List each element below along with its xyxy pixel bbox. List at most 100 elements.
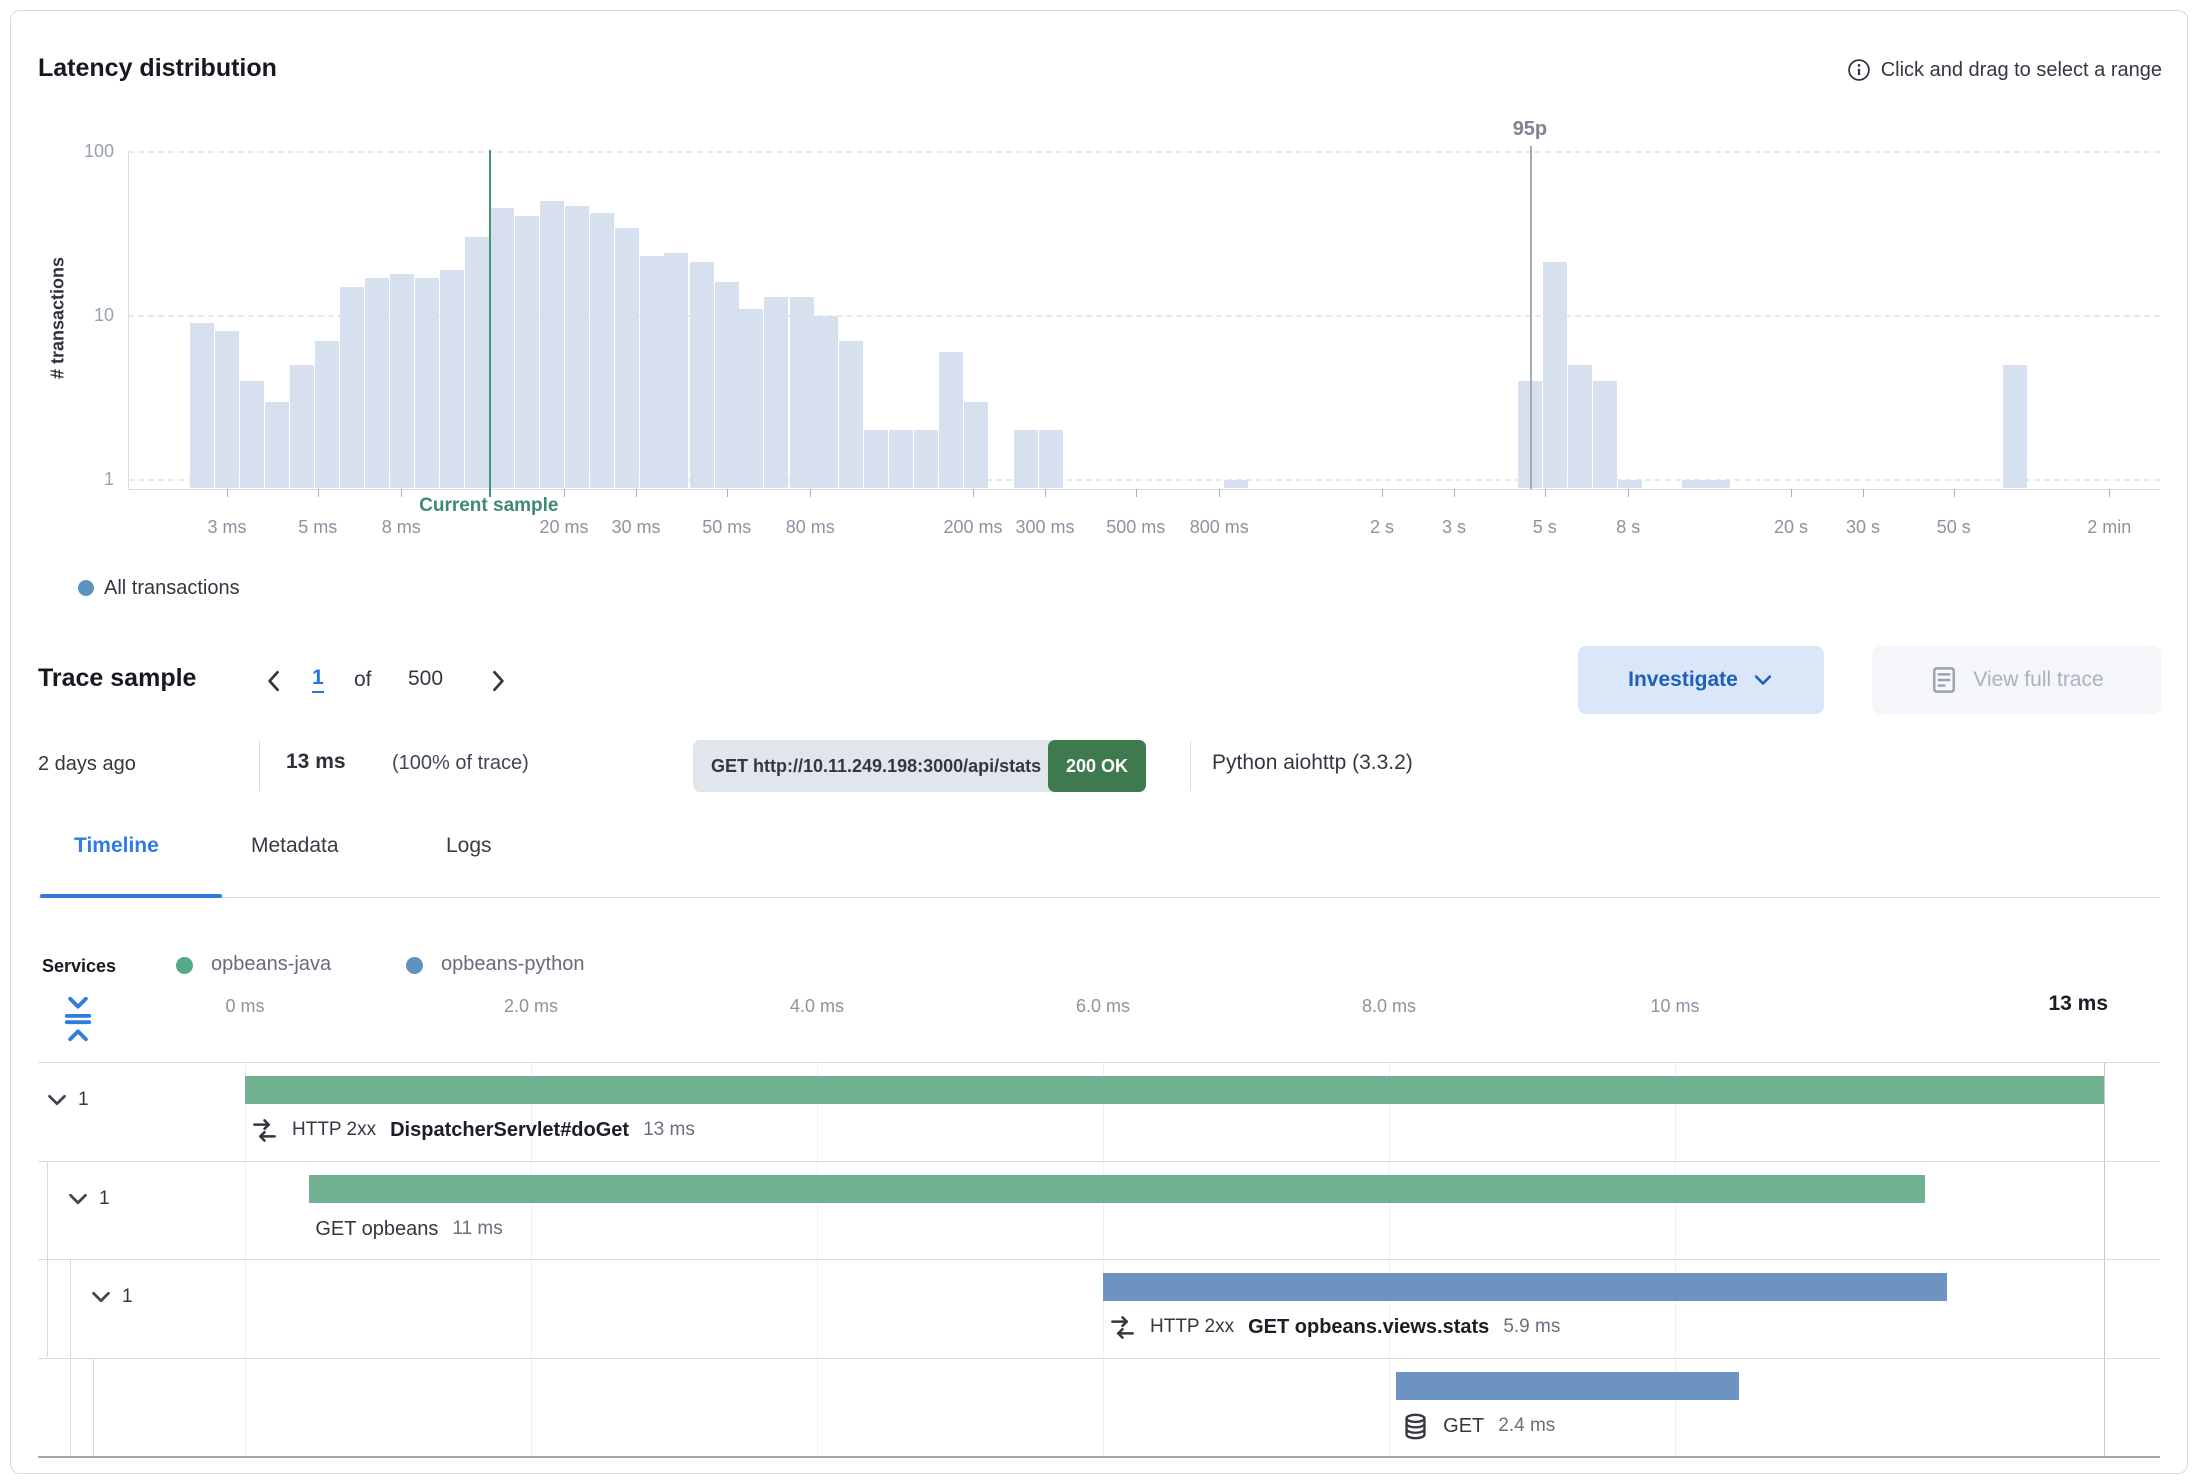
x-tick-mark bbox=[973, 489, 974, 497]
span-duration: 2.4 ms bbox=[1498, 1415, 1555, 1437]
sample-duration-note: (100% of trace) bbox=[392, 752, 529, 775]
histogram-bar[interactable] bbox=[2003, 365, 2027, 488]
span-label[interactable]: HTTP 2xxDispatcherServlet#doGet13 ms bbox=[251, 1114, 695, 1146]
span-label[interactable]: HTTP 2xxGET opbeans.views.stats5.9 ms bbox=[1109, 1311, 1560, 1343]
histogram-bar[interactable] bbox=[964, 402, 988, 488]
x-tick-mark bbox=[318, 489, 319, 497]
row-toggle-chevron-icon[interactable] bbox=[66, 1187, 90, 1211]
histogram-bar[interactable] bbox=[590, 213, 614, 488]
x-tick-mark bbox=[1628, 489, 1629, 497]
timeline-axis-label: 10 ms bbox=[1650, 996, 1699, 1017]
histogram-bar[interactable] bbox=[715, 282, 739, 488]
row-child-count: 1 bbox=[78, 1089, 89, 1111]
histogram-bar[interactable] bbox=[390, 274, 414, 488]
request-badge[interactable]: GET http://10.11.249.198:3000/api/stats bbox=[693, 740, 1059, 792]
x-tick-label: 500 ms bbox=[1106, 517, 1165, 538]
histogram-bar[interactable] bbox=[1593, 381, 1617, 488]
histogram-bar[interactable] bbox=[240, 381, 264, 488]
histogram-bar[interactable] bbox=[490, 208, 514, 488]
x-tick-label: 30 ms bbox=[611, 517, 660, 538]
histogram-bar[interactable] bbox=[540, 201, 564, 488]
collapse-all-button[interactable] bbox=[60, 994, 96, 1044]
x-tick-label: 20 ms bbox=[539, 517, 588, 538]
indent-guide bbox=[93, 1358, 94, 1456]
x-tick-label: 30 s bbox=[1846, 517, 1880, 538]
histogram-bar[interactable] bbox=[215, 331, 239, 488]
histogram-bar[interactable] bbox=[315, 341, 339, 488]
status-badge[interactable]: 200 OK bbox=[1048, 740, 1146, 792]
span-name: GET opbeans bbox=[315, 1218, 438, 1241]
histogram-bar[interactable] bbox=[1224, 480, 1248, 488]
indent-guide bbox=[47, 1259, 48, 1357]
row-toggle-chevron-icon[interactable] bbox=[45, 1088, 69, 1112]
total-pages: 500 bbox=[408, 667, 443, 691]
legend-dot-opbeans-java bbox=[176, 957, 193, 974]
waterfall-row-border bbox=[38, 1259, 2160, 1260]
legend-label[interactable]: All transactions bbox=[104, 577, 240, 600]
histogram-bar[interactable] bbox=[1014, 430, 1038, 488]
current-page[interactable]: 1 bbox=[312, 666, 324, 693]
tab-logs[interactable]: Logs bbox=[446, 834, 492, 858]
histogram-bar[interactable] bbox=[265, 402, 289, 488]
view-full-trace-button[interactable]: View full trace bbox=[1872, 646, 2161, 714]
histogram-bar[interactable] bbox=[190, 323, 214, 488]
histogram-bar[interactable] bbox=[515, 216, 539, 488]
histogram-bar[interactable] bbox=[690, 262, 714, 488]
x-tick-label: 8 ms bbox=[382, 517, 421, 538]
sample-age: 2 days ago bbox=[38, 753, 136, 776]
histogram-bar[interactable] bbox=[914, 430, 938, 488]
histogram-bar[interactable] bbox=[1706, 480, 1730, 488]
histogram-bar[interactable] bbox=[615, 228, 639, 488]
span-label[interactable]: GET2.4 ms bbox=[1402, 1410, 1555, 1442]
span-bar-java[interactable] bbox=[309, 1175, 1925, 1203]
timeline-axis-label: 8.0 ms bbox=[1362, 996, 1416, 1017]
x-tick-mark bbox=[227, 489, 228, 497]
histogram-bar[interactable] bbox=[565, 206, 589, 488]
histogram-bar[interactable] bbox=[415, 278, 439, 488]
divider bbox=[259, 741, 260, 791]
x-tick-label: 8 s bbox=[1616, 517, 1640, 538]
histogram-bar[interactable] bbox=[340, 287, 364, 488]
histogram-bar[interactable] bbox=[739, 309, 763, 488]
span-prefix: HTTP 2xx bbox=[1150, 1316, 1234, 1338]
histogram-bar[interactable] bbox=[864, 430, 888, 488]
x-tick-mark bbox=[2109, 489, 2110, 497]
histogram-bar[interactable] bbox=[764, 297, 788, 488]
histogram-bar[interactable] bbox=[1543, 262, 1567, 488]
transaction-icon bbox=[1109, 1314, 1136, 1341]
tab-timeline[interactable]: Timeline bbox=[74, 834, 159, 858]
histogram-bar[interactable] bbox=[365, 278, 389, 488]
prev-sample-button[interactable] bbox=[260, 666, 288, 696]
view-full-trace-label: View full trace bbox=[1973, 668, 2103, 692]
histogram-bar[interactable] bbox=[440, 270, 464, 488]
histogram-bar[interactable] bbox=[465, 237, 489, 488]
histogram-bar[interactable] bbox=[664, 253, 688, 488]
indent-guide bbox=[47, 1161, 48, 1259]
histogram-bar[interactable] bbox=[640, 256, 664, 488]
histogram-bar[interactable] bbox=[1618, 480, 1642, 488]
apm-transaction-view: Latency distribution Click and drag to s… bbox=[0, 0, 2198, 1484]
histogram-bar[interactable] bbox=[1682, 480, 1706, 488]
span-bar-java[interactable] bbox=[245, 1076, 2104, 1104]
row-toggle-chevron-icon[interactable] bbox=[89, 1285, 113, 1309]
investigate-button[interactable]: Investigate bbox=[1578, 646, 1824, 714]
histogram-bar[interactable] bbox=[814, 316, 838, 489]
y-axis-line bbox=[128, 152, 129, 489]
histogram-bar[interactable] bbox=[939, 352, 963, 488]
histogram-bar[interactable] bbox=[1039, 430, 1063, 488]
histogram-bar[interactable] bbox=[790, 297, 814, 488]
span-bar-python[interactable] bbox=[1396, 1372, 1739, 1400]
tab-metadata[interactable]: Metadata bbox=[251, 834, 339, 858]
x-tick-label: 300 ms bbox=[1015, 517, 1074, 538]
histogram-bar[interactable] bbox=[839, 341, 863, 488]
fold-icon bbox=[60, 994, 96, 1044]
histogram-bar[interactable] bbox=[889, 430, 913, 488]
span-bar-python[interactable] bbox=[1103, 1273, 1947, 1301]
span-duration: 13 ms bbox=[643, 1119, 695, 1141]
x-tick-label: 800 ms bbox=[1190, 517, 1249, 538]
span-label[interactable]: GET opbeans11 ms bbox=[315, 1213, 502, 1245]
histogram-bar[interactable] bbox=[1568, 365, 1592, 488]
x-tick-label: 200 ms bbox=[943, 517, 1002, 538]
histogram-bar[interactable] bbox=[290, 365, 314, 488]
next-sample-button[interactable] bbox=[484, 666, 512, 696]
